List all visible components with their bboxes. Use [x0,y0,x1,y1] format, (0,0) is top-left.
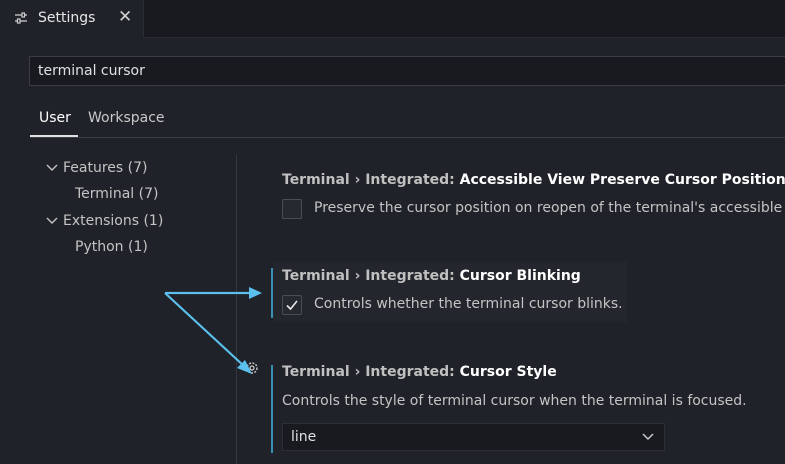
toc-item-terminal[interactable]: Terminal (7) [75,186,158,202]
setting-title-cursor-style: Terminal › Integrated: Cursor Style [282,364,557,380]
modified-indicator [271,268,273,318]
modified-indicator [271,365,273,453]
gear-icon[interactable] [244,360,260,376]
setting-name: Accessible View Preserve Cursor Position [459,172,785,188]
setting-title-cursor-blinking: Terminal › Integrated: Cursor Blinking [282,268,581,284]
arrowhead [249,287,262,299]
tab-bar-border [143,37,785,38]
checkmark-icon [286,300,298,311]
toc-item-features[interactable]: Features (7) [45,160,147,176]
toc-item-label: Features (7) [63,160,148,176]
settings-tab-title: Settings [38,10,96,26]
chevron-down-icon [46,164,58,171]
setting-category: Terminal › Integrated: [282,172,460,188]
setting-description: Controls whether the terminal cursor bli… [314,296,623,312]
scope-tabs-border [30,137,785,138]
setting-name: Cursor Blinking [459,268,581,284]
tab-workspace[interactable]: Workspace [88,110,165,126]
cursor-style-select[interactable]: line [282,423,665,451]
setting-description: Controls the style of terminal cursor wh… [282,393,747,409]
editor-tab-bar: Settings ✕ [0,0,785,38]
cursor-blinking-checkbox[interactable] [282,295,302,315]
setting-name: Cursor Style [459,364,557,380]
setting-description: Preserve the cursor position on reopen o… [314,200,785,216]
setting-category: Terminal › Integrated: [282,364,460,380]
close-icon[interactable]: ✕ [118,7,132,27]
chevron-down-icon [642,433,654,440]
chevron-down-icon [46,217,58,224]
preserve-cursor-checkbox[interactable] [282,199,302,219]
toc-item-label: Extensions (1) [63,213,164,229]
toc-item-label: Python (1) [75,239,148,255]
settings-search-box[interactable] [29,56,785,86]
toc-item-python[interactable]: Python (1) [75,239,148,255]
arrow-to-cursor-style [164,292,246,368]
select-value: line [291,429,317,445]
setting-title-accessible-view: Terminal › Integrated: Accessible View P… [282,172,785,188]
settings-search-input[interactable] [30,57,785,85]
tab-user[interactable]: User [39,110,71,126]
setting-category: Terminal › Integrated: [282,268,460,284]
toc-item-label: Terminal (7) [75,186,159,202]
toc-divider [236,155,237,464]
toc-item-extensions[interactable]: Extensions (1) [45,213,163,229]
settings-sliders-icon [15,12,27,24]
settings-tab[interactable]: Settings ✕ [0,0,144,38]
